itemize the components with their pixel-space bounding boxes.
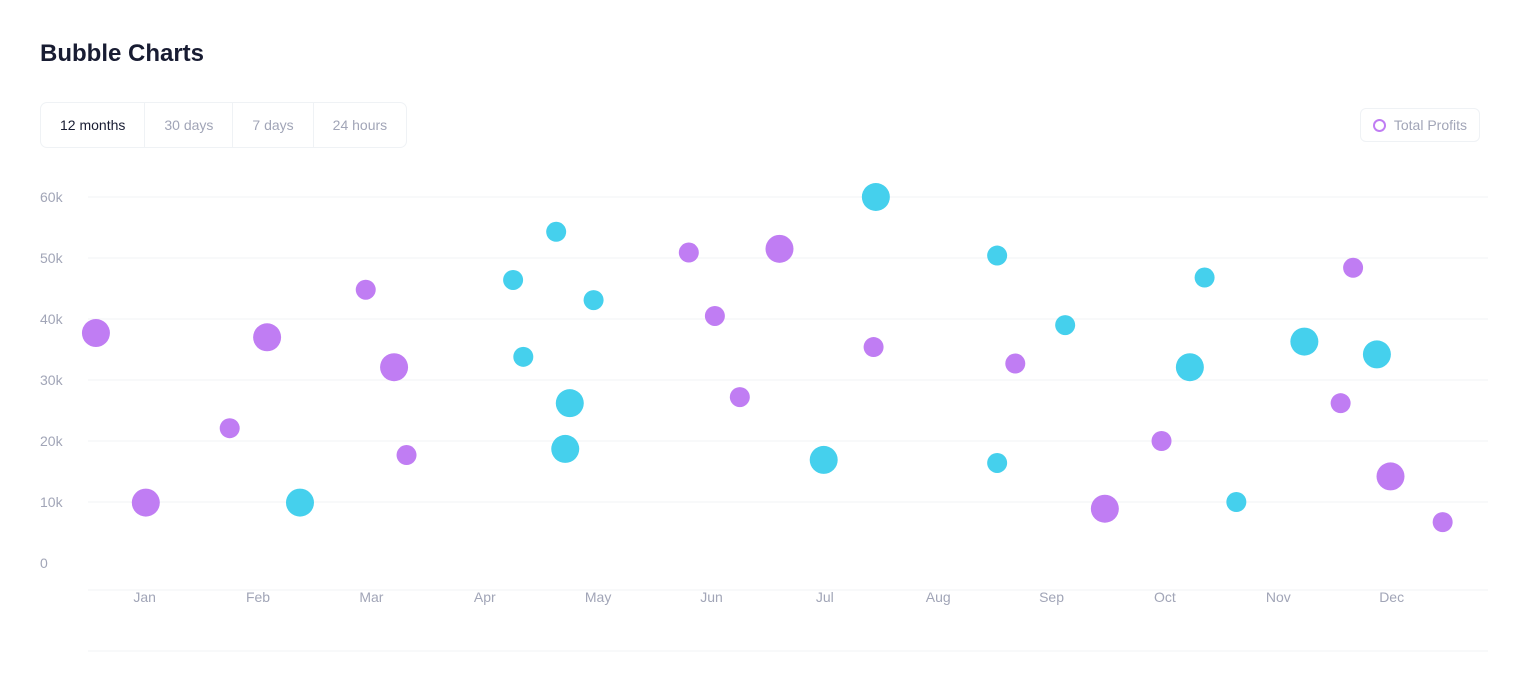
x-tick-label: Jul: [816, 589, 834, 605]
bubble-chart: 0 10k 20k 30k 40k 50k 60k Jan Feb Mar Apr May Jun Jul…: [40, 183, 1488, 652]
y-tick-label: 60k: [40, 189, 64, 205]
x-tick-label: Mar: [359, 589, 383, 605]
bubble-total-profits: [1090, 494, 1119, 523]
bubble-total-profits: [1343, 257, 1364, 278]
bubble-series-2: [1055, 315, 1076, 336]
bubble-total-profits: [1005, 353, 1026, 374]
bubble-series-2: [987, 245, 1008, 266]
bubble-total-profits: [729, 387, 750, 408]
y-tick-label: 20k: [40, 433, 64, 449]
bubble-series-2: [1362, 340, 1391, 369]
bubble-series-2: [583, 290, 604, 311]
bubble-series-2: [809, 445, 838, 474]
x-tick-label: Feb: [246, 589, 270, 605]
bubble-total-profits: [1330, 393, 1351, 414]
bubble-series-2: [546, 221, 567, 242]
bubble-total-profits: [219, 418, 240, 439]
bubble-total-profits: [1151, 431, 1172, 451]
bubble-series-2: [1290, 327, 1319, 356]
bubble-series-2: [551, 434, 580, 463]
y-tick-label: 50k: [40, 250, 64, 266]
bubble-total-profits: [1432, 512, 1453, 533]
x-tick-label: Jan: [133, 589, 156, 605]
bubble-total-profits: [380, 353, 409, 382]
x-tick-label: May: [585, 589, 611, 605]
bubble-total-profits: [704, 305, 725, 326]
bubble-total-profits: [1376, 462, 1405, 491]
bubble-series-2: [861, 183, 890, 211]
bubble-total-profits: [131, 488, 160, 517]
bubble-total-profits: [765, 234, 794, 263]
bubble-series-2: [555, 389, 584, 418]
bubble-total-profits: [863, 337, 884, 358]
bubble-series-2: [987, 452, 1008, 473]
bubble-total-profits: [355, 279, 376, 300]
x-tick-label: Jun: [700, 589, 723, 605]
y-tick-label: 40k: [40, 311, 64, 327]
bubble-series-2: [513, 346, 534, 367]
bubble-total-profits: [396, 445, 417, 466]
x-tick-label: Sep: [1039, 589, 1064, 605]
bubble-series-2: [1194, 267, 1215, 288]
bubble-series-2: [285, 488, 314, 517]
y-tick-label: 10k: [40, 494, 64, 510]
x-tick-label: Apr: [474, 589, 496, 605]
y-tick-label: 0: [40, 555, 48, 571]
bubble-total-profits: [678, 242, 699, 263]
bubble-series-2: [1226, 492, 1247, 512]
x-tick-label: Dec: [1379, 589, 1404, 605]
bubble-series-2: [1175, 353, 1204, 382]
y-tick-label: 30k: [40, 372, 64, 388]
bubble-series-2: [503, 269, 524, 290]
x-tick-label: Aug: [926, 589, 951, 605]
bubble-total-profits: [253, 323, 282, 352]
x-tick-label: Oct: [1154, 589, 1176, 605]
x-tick-label: Nov: [1266, 589, 1291, 605]
bubble-total-profits: [81, 319, 110, 348]
